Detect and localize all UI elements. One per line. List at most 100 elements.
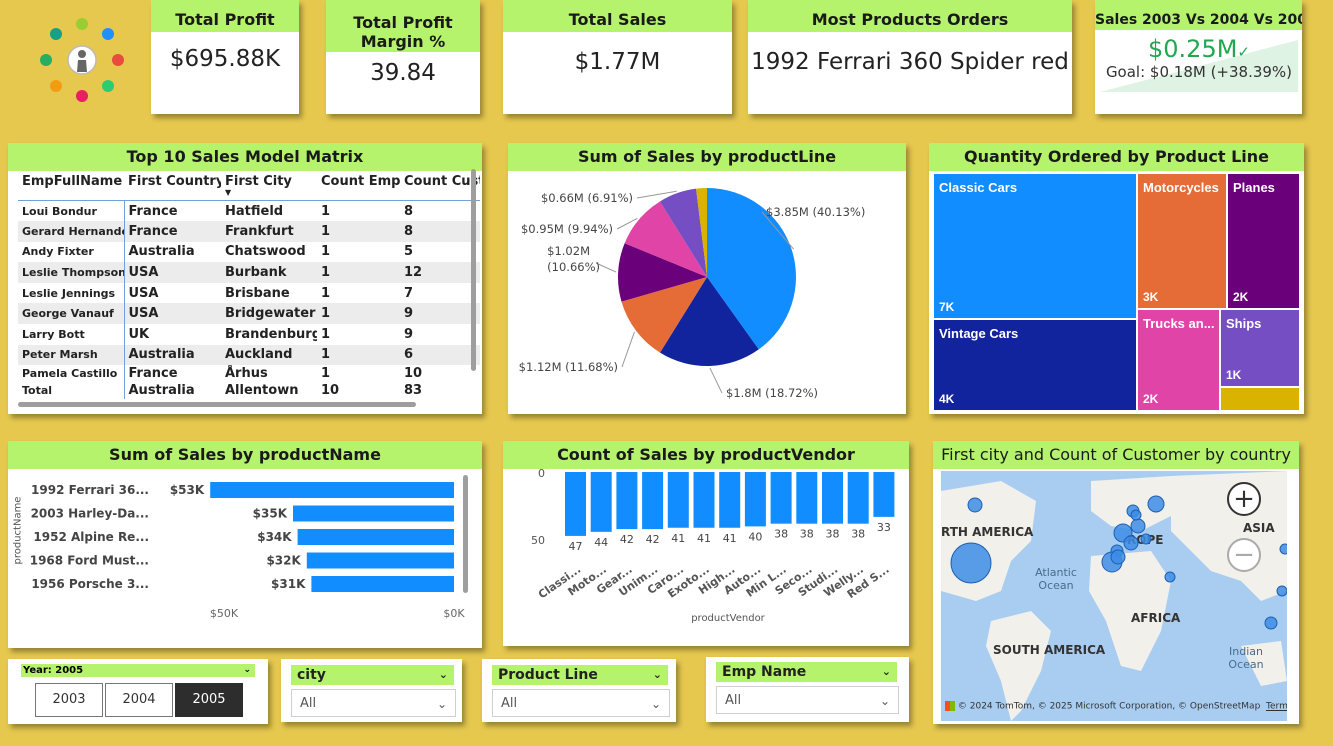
data-label: 40: [748, 530, 762, 543]
table-row[interactable]: Andy Fixter Australia Chatswood 1 5: [18, 241, 480, 263]
column-header[interactable]: First Country: [124, 171, 221, 201]
map-bubble: [1140, 533, 1152, 545]
bar[interactable]: [873, 472, 895, 517]
chevron-down-icon: ⌄: [881, 665, 891, 678]
product-line-dropdown[interactable]: All ⌄: [492, 689, 670, 717]
world-map[interactable]: RTH AMERICA ROPE ASIA Atlantic Ocean AFR…: [941, 471, 1287, 721]
chevron-down-icon: ⌄: [650, 697, 661, 711]
bar[interactable]: [590, 472, 612, 532]
column-header[interactable]: EmpFullName: [18, 171, 124, 201]
data-label: 42: [646, 533, 660, 546]
bar[interactable]: [565, 472, 586, 536]
bar[interactable]: [297, 529, 454, 545]
treemap-tile[interactable]: Trucks an... 2K: [1138, 310, 1219, 410]
table-row[interactable]: Larry Bott UK Brandenburg 1 9: [18, 324, 480, 345]
x-axis-title: productVendor: [691, 613, 765, 624]
bar[interactable]: [210, 482, 454, 498]
bar[interactable]: [796, 472, 818, 524]
kpi-value: $695.88K: [169, 46, 281, 72]
slicer-header[interactable]: Emp Name ⌄: [716, 662, 897, 682]
table-row[interactable]: Leslie Jennings USA Brisbane 1 7: [18, 282, 480, 304]
data-label: 41: [723, 532, 737, 545]
map-bubble: [1264, 616, 1278, 630]
bar[interactable]: [667, 472, 689, 528]
treemap-card: Quantity Ordered by Product Line Classic…: [929, 143, 1304, 414]
category-label: 2003 Harley-Da...: [31, 507, 149, 521]
treemap-tile[interactable]: Motorcycles 3K: [1138, 174, 1226, 308]
slicer-header[interactable]: city ⌄: [291, 665, 454, 685]
year-button-2004[interactable]: 2004: [105, 683, 173, 717]
pie-data-label: $1.12M (11.68%): [519, 360, 618, 374]
kpi-value: 1992 Ferrari 360 Spider red: [751, 49, 1069, 75]
bar[interactable]: [306, 552, 454, 569]
year-button-2005[interactable]: 2005: [175, 683, 243, 717]
data-label: 41: [697, 532, 711, 545]
microsoft-logo-icon: [945, 701, 955, 711]
pie-data-label: $0.95M (9.94%): [521, 222, 613, 236]
bar[interactable]: [311, 576, 454, 592]
treemap-tile[interactable]: [1221, 388, 1299, 410]
bar[interactable]: [744, 472, 766, 527]
tick-label: $0K: [443, 607, 465, 620]
bar[interactable]: [770, 472, 792, 524]
year-button-2003[interactable]: 2003: [35, 683, 103, 717]
bar[interactable]: [719, 472, 741, 528]
kpi-trend-area: $0.25M✓ Goal: $0.18M (+38.39%): [1100, 30, 1298, 92]
zoom-in-button[interactable]: +: [1227, 482, 1261, 516]
treemap-tile[interactable]: Ships 1K: [1221, 310, 1299, 386]
pie-chart-card: Sum of Sales by productLine $3.85M (40.1…: [508, 143, 906, 414]
map-bubble: [1279, 543, 1287, 555]
column-header[interactable]: Count Cust: [400, 171, 480, 201]
table-row[interactable]: George Vanauf USA Bridgewater 1 9: [18, 303, 480, 325]
chevron-down-icon: ⌄: [243, 665, 251, 675]
table-row[interactable]: Loui Bondur France Hatfield 1 8: [18, 200, 480, 222]
chart-title: Count of Sales by productVendor: [503, 441, 909, 469]
column-header[interactable]: Count Emp: [317, 171, 400, 201]
vertical-scrollbar[interactable]: [463, 475, 468, 593]
bar[interactable]: [293, 505, 454, 522]
data-label: $34K: [257, 530, 292, 544]
column-header[interactable]: First City ▼: [221, 171, 317, 201]
tick-label: $50K: [210, 607, 239, 620]
emp-name-dropdown[interactable]: All ⌄: [716, 686, 899, 714]
vendor-bar-card: Count of Sales by productVendor 0 50 47 Cla…: [503, 441, 909, 646]
pie-leader-line: [621, 331, 635, 368]
horizontal-scrollbar[interactable]: [18, 402, 416, 407]
data-label: $35K: [253, 507, 288, 521]
bar[interactable]: [642, 472, 664, 530]
category-label: 1992 Ferrari 36...: [31, 483, 149, 497]
pie-leader-line: [709, 367, 723, 394]
kpi-title: Sales 2003 Vs 2004 Vs 2005: [1095, 0, 1302, 30]
bar[interactable]: [822, 472, 843, 524]
category-label: 1956 Porsche 3...: [31, 577, 149, 591]
vertical-scrollbar[interactable]: [471, 169, 476, 371]
data-label: 41: [671, 532, 685, 545]
slicer-header[interactable]: Product Line ⌄: [492, 665, 668, 685]
product-bar-card: Sum of Sales by productName productName …: [8, 441, 482, 648]
bar[interactable]: [847, 472, 869, 524]
bar[interactable]: [693, 472, 715, 528]
kpi-title: Most Products Orders: [748, 0, 1072, 32]
logo: [30, 10, 134, 110]
bar[interactable]: [616, 472, 638, 530]
treemap-tile[interactable]: Classic Cars 7K: [934, 174, 1136, 318]
table-row[interactable]: Pamela Castillo France Århus 1 10: [18, 365, 480, 383]
table-row[interactable]: Peter Marsh Australia Auckland 1 6: [18, 344, 480, 366]
table-row[interactable]: Leslie Thompson USA Burbank 1 12: [18, 262, 480, 283]
data-label: 44: [594, 536, 608, 549]
data-label: $32K: [266, 554, 301, 568]
treemap-tile[interactable]: Vintage Cars 4K: [934, 320, 1136, 410]
map-bubble: [967, 497, 983, 513]
terms-link[interactable]: Terms: [1266, 702, 1287, 712]
pie-chart: $3.85M (40.13%) $1.8M (18.72%) $1.12M (11.…: [519, 188, 865, 400]
table-row[interactable]: Gerard HernandezFranceFrankfurt18: [18, 221, 480, 242]
product-line-slicer: Product Line ⌄ All ⌄: [482, 659, 676, 722]
treemap-tile[interactable]: Planes 2K: [1228, 174, 1299, 308]
city-dropdown[interactable]: All ⌄: [291, 689, 456, 717]
tick-label: 50: [531, 534, 545, 547]
map-bubble: [1110, 549, 1126, 565]
map-card: First city and Count of Customer by coun…: [933, 441, 1299, 724]
chevron-down-icon: ⌄: [436, 697, 447, 711]
map-bubble: [950, 542, 992, 584]
zoom-out-button[interactable]: −: [1227, 538, 1261, 572]
